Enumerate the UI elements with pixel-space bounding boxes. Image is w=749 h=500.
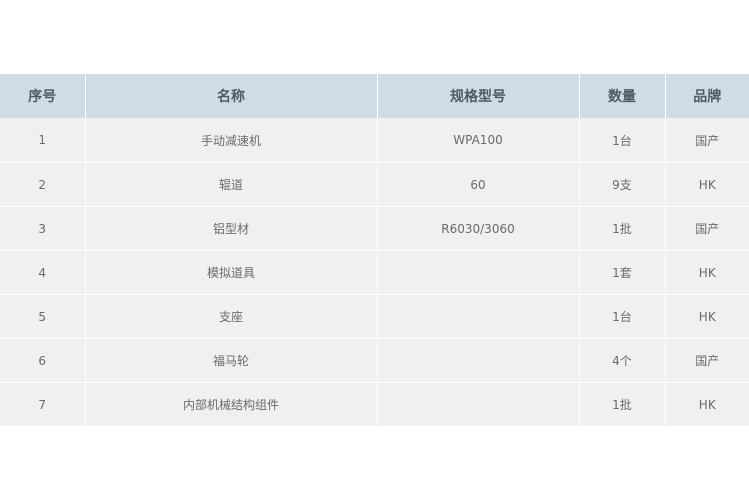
cell-index: 3 xyxy=(0,206,86,251)
cell-name: 辊道 xyxy=(85,162,378,207)
cell-name: 模拟道具 xyxy=(85,250,378,295)
table-row: 6 福马轮 4个 国产 xyxy=(0,338,749,383)
header-index: 序号 xyxy=(0,74,86,118)
cell-quantity: 1台 xyxy=(579,294,666,339)
header-quantity: 数量 xyxy=(579,74,666,118)
cell-index: 4 xyxy=(0,250,86,295)
equipment-table-container: 序号 名称 规格型号 数量 品牌 1 手动减速机 WPA100 1台 国产 2 … xyxy=(0,74,749,426)
header-model: 规格型号 xyxy=(377,74,580,118)
table-row: 1 手动减速机 WPA100 1台 国产 xyxy=(0,118,749,163)
cell-quantity: 1套 xyxy=(579,250,666,295)
cell-model: WPA100 xyxy=(377,118,580,163)
table-row: 3 铝型材 R6030/3060 1批 国产 xyxy=(0,206,749,251)
table-row: 2 辊道 60 9支 HK xyxy=(0,162,749,207)
cell-index: 5 xyxy=(0,294,86,339)
cell-model: R6030/3060 xyxy=(377,206,580,251)
cell-model xyxy=(377,382,580,426)
cell-name: 手动减速机 xyxy=(85,118,378,163)
cell-quantity: 1台 xyxy=(579,118,666,163)
cell-quantity: 1批 xyxy=(579,206,666,251)
cell-quantity: 9支 xyxy=(579,162,666,207)
cell-index: 6 xyxy=(0,338,86,383)
cell-index: 2 xyxy=(0,162,86,207)
cell-name: 铝型材 xyxy=(85,206,378,251)
cell-brand: HK xyxy=(665,294,749,339)
cell-brand: 国产 xyxy=(665,118,749,163)
cell-model: 60 xyxy=(377,162,580,207)
header-name: 名称 xyxy=(85,74,378,118)
table-row: 7 内部机械结构组件 1批 HK xyxy=(0,382,749,426)
cell-index: 7 xyxy=(0,382,86,426)
cell-brand: HK xyxy=(665,162,749,207)
cell-name: 内部机械结构组件 xyxy=(85,382,378,426)
table-header-row: 序号 名称 规格型号 数量 品牌 xyxy=(0,74,749,118)
cell-model xyxy=(377,294,580,339)
table-row: 4 模拟道具 1套 HK xyxy=(0,250,749,295)
cell-model xyxy=(377,338,580,383)
cell-model xyxy=(377,250,580,295)
cell-index: 1 xyxy=(0,118,86,163)
equipment-table: 序号 名称 规格型号 数量 品牌 1 手动减速机 WPA100 1台 国产 2 … xyxy=(0,74,749,426)
cell-name: 福马轮 xyxy=(85,338,378,383)
cell-name: 支座 xyxy=(85,294,378,339)
cell-brand: 国产 xyxy=(665,338,749,383)
cell-brand: HK xyxy=(665,382,749,426)
table-row: 5 支座 1台 HK xyxy=(0,294,749,339)
cell-brand: HK xyxy=(665,250,749,295)
cell-brand: 国产 xyxy=(665,206,749,251)
header-brand: 品牌 xyxy=(665,74,749,118)
cell-quantity: 4个 xyxy=(579,338,666,383)
cell-quantity: 1批 xyxy=(579,382,666,426)
